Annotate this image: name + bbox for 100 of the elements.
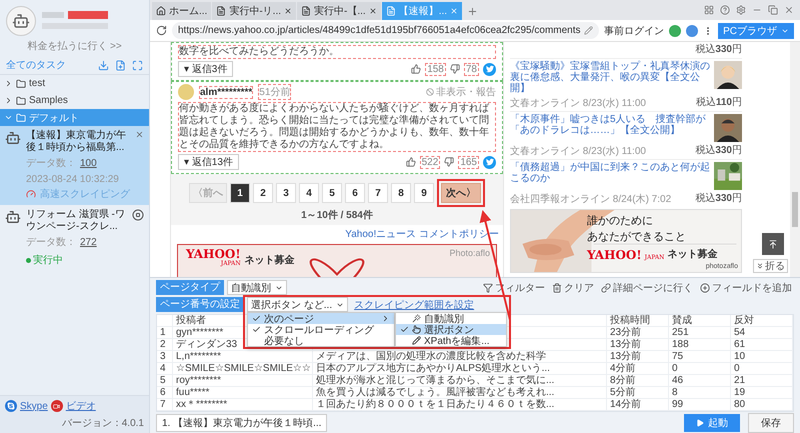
table-cell: 54 (731, 327, 793, 339)
table-cell: 0 (669, 363, 731, 375)
dislike-count: 78 (464, 62, 479, 76)
video-link[interactable]: ビデオ (66, 399, 96, 413)
page-button[interactable]: 6 (345, 183, 365, 203)
skype-link[interactable]: Skype (20, 400, 48, 412)
browser-tab[interactable]: 実行中-リ... (212, 2, 296, 20)
page-button[interactable]: 1 (230, 183, 250, 203)
table-cell: 4分前 (607, 363, 669, 375)
scrape-mode: 高速スクレイピング (40, 188, 130, 201)
toolbar-action[interactable]: クリア (550, 280, 596, 294)
table-cell: 99 (669, 399, 731, 411)
table-cell: 188 (669, 339, 731, 351)
brand-label: ネット募金 (244, 254, 295, 267)
toolbar-action[interactable]: フィールドを追加 (698, 280, 794, 294)
dislike-count: 165 (458, 156, 479, 168)
menu-item[interactable]: XPathを編集... (396, 335, 506, 346)
like-count: 158 (425, 62, 446, 76)
comment-text: 数字を比べてみたらどうだろうか。 (178, 45, 496, 59)
menu-item[interactable]: スクロールローディング (248, 324, 394, 335)
row-number: 7 (157, 399, 173, 411)
page-button[interactable]: 3 (276, 183, 296, 203)
field-label: ページタイプ (156, 280, 224, 295)
table-cell: roy******** (173, 375, 313, 387)
page-button[interactable]: 9 (414, 183, 434, 203)
row-number: 1 (157, 327, 173, 339)
task-tab[interactable]: 1. 【速報】東京電力が午後１時頃... (156, 414, 328, 432)
browser-tab[interactable]: ホーム... (152, 2, 212, 20)
menu-item[interactable]: 自動識別 (396, 313, 506, 324)
page-button[interactable]: 4 (299, 183, 319, 203)
news-source: 文春オンライン 8/23(水) 11:00 (510, 146, 646, 157)
menu-item[interactable]: 次のページ (248, 313, 394, 324)
price-label: 税込330円 (695, 42, 742, 56)
ad-text: あなたができること (587, 229, 687, 244)
news-source: 会社四季報オンライン 8/24(木) 7:02 (510, 194, 672, 205)
like-count: 522 (420, 156, 440, 168)
page-type-select[interactable]: 自動識別 (227, 280, 287, 295)
login-label[interactable]: 事前ログイン (604, 24, 664, 38)
folder-item[interactable]: test (0, 75, 149, 92)
folder-item[interactable]: Samples (0, 92, 149, 109)
table-cell: 19 (731, 387, 793, 399)
row-number: 3 (157, 351, 173, 363)
replies-button[interactable]: ▾ 返信13件 (178, 154, 239, 170)
table-cell: 80 (731, 399, 793, 411)
table-cell: 13分前 (607, 351, 669, 363)
fold-button[interactable]: 折る (753, 259, 788, 273)
menu-item[interactable]: 選択ボタン (396, 324, 506, 335)
table-cell: 0 (731, 363, 793, 375)
task-time: 2023-08-24 10:32:29 (26, 174, 119, 185)
page-button[interactable]: 7 (368, 183, 388, 203)
task-title: リフォーム 滋賀県 -ワウンページ-スクレ... (26, 209, 126, 233)
version-label: バージョン：4.0.1 (62, 417, 144, 430)
page-button[interactable]: 2 (253, 183, 273, 203)
section-title: 全てのタスク (6, 59, 66, 72)
save-button[interactable]: 保存 (748, 413, 794, 433)
table-cell: 251 (669, 327, 731, 339)
toolbar-action[interactable]: 詳細ページに行く (599, 280, 695, 294)
task-item[interactable]: 【速報】東京電力が午後１時頃から福島第... データ数： 100 2023-08-24 10:32:29 高速スクレイピング (0, 126, 149, 205)
range-link[interactable]: スクレイピング範囲を設定 (354, 298, 474, 312)
url-field[interactable]: https://news.yahoo.co.jp/articles/48499c1dfe51d195bf766051a4efc06cea2fc295/comments (172, 22, 600, 39)
row-number: 5 (157, 375, 173, 387)
news-link[interactable]: 「債務超過」が中国に到来？このあと何が起こるのか (510, 162, 710, 190)
paging-select[interactable]: 選択ボタン など... (247, 297, 348, 312)
task-status: 実行中 (26, 253, 63, 267)
news-link[interactable]: 《宝塚騒動》宝塚雪組トップ・礼真琴休演の裏に倦怠感、大量発汗、喉の異変【全文公開】 (510, 61, 710, 94)
table-cell: fuu***** (173, 387, 313, 399)
table-cell: 13分前 (607, 339, 669, 351)
replies-button[interactable]: ▾ 返信3件 (178, 61, 234, 77)
browser-tab[interactable]: 実行中-【... (297, 2, 381, 20)
table-cell: 8分前 (607, 375, 669, 387)
table-cell: 75 (669, 351, 731, 363)
price-label: 税込330円 (695, 144, 742, 157)
data-label: データ数： (26, 236, 76, 249)
menu-item[interactable]: 必要なし (248, 335, 394, 346)
table-cell: 61 (731, 339, 793, 351)
field-label: ページ番号の設定 (156, 297, 244, 312)
table-cell: 21 (731, 375, 793, 387)
table-cell: 5分前 (607, 387, 669, 399)
table-cell: 46 (669, 375, 731, 387)
row-number: 2 (157, 339, 173, 351)
comment-age: 51分前 (258, 84, 292, 100)
column-header: 投稿時間 (607, 315, 669, 327)
table-cell: 14分前 (607, 399, 669, 411)
news-source: 文春オンライン 8/23(水) 11:00 (510, 98, 646, 109)
brand-label: ネット募金 (667, 248, 718, 261)
price-label: 税込330円 (695, 192, 742, 205)
logo-text: YAHOO! (587, 249, 642, 261)
page-button[interactable]: 5 (322, 183, 342, 203)
photo-credit: Photo:aflo (449, 248, 490, 258)
news-link[interactable]: 「木原事件」嘘つきは5人いる 捜査幹部が「あのドラレコは……」【全文公開】 (510, 114, 710, 142)
data-count[interactable]: 272 (80, 236, 97, 248)
page-button[interactable]: 8 (391, 183, 411, 203)
task-item[interactable]: リフォーム 滋賀県 -ワウンページ-スクレ... データ数： 272 実行中 (0, 205, 149, 271)
task-title: 【速報】東京電力が午後１時頃から福島第... (26, 130, 127, 154)
next-button[interactable]: 次へ〉 (441, 183, 481, 203)
data-count[interactable]: 100 (80, 158, 97, 168)
table-cell: 23分前 (607, 327, 669, 339)
comment-user: alm********* (199, 86, 254, 98)
table-cell: 8 (669, 387, 731, 399)
logo-text: YAHOO! (186, 248, 241, 260)
